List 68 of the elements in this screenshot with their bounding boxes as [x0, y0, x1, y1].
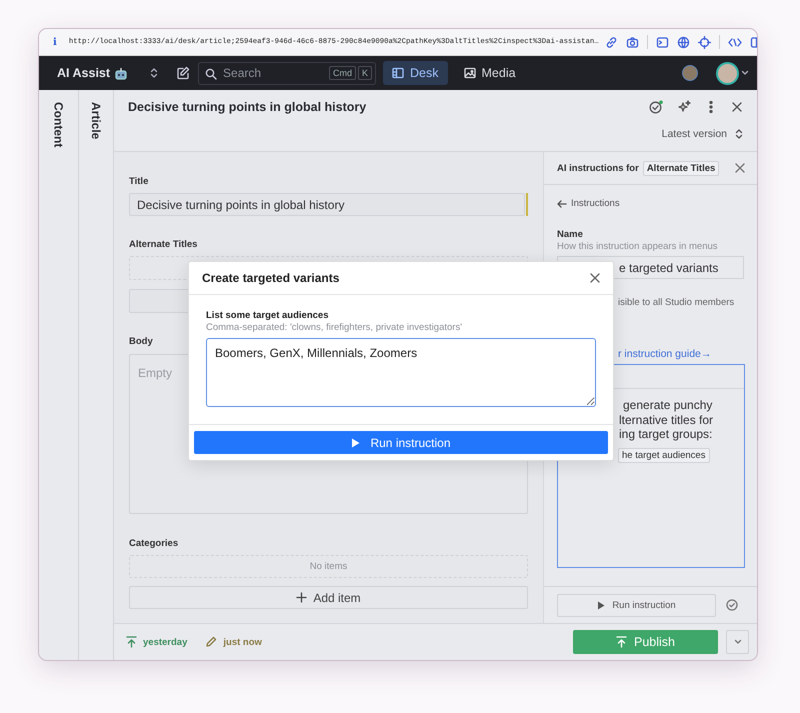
side-tab[interactable]: Article: [89, 102, 103, 140]
image-icon: [464, 67, 476, 79]
field-badge: Alternate Titles: [642, 160, 720, 176]
title-field[interactable]: Decisive turning points in global history: [129, 193, 525, 216]
plus-icon: [296, 592, 308, 603]
run-instruction-button[interactable]: Run instruction: [557, 594, 716, 616]
field-hint: Comma-separated: 'clowns, firefighters, private investigators': [206, 322, 464, 333]
info-icon[interactable]: i: [53, 36, 57, 48]
nav-tab[interactable]: Desk: [383, 61, 448, 85]
field-label: List some target audiences: [206, 310, 330, 321]
field-label: Alternate Titles: [129, 239, 198, 251]
shortcut-key: K: [358, 66, 372, 80]
close-icon[interactable]: [589, 272, 601, 284]
robot-icon: [114, 66, 128, 80]
sparkles-icon[interactable]: [677, 100, 691, 114]
link-icon[interactable]: [604, 36, 618, 48]
up-down-chevron-icon[interactable]: [150, 67, 158, 79]
prompt-text: generate punchy: [623, 398, 712, 412]
published-time: yesterday: [143, 636, 188, 648]
placeholder-text: Empty: [138, 366, 172, 380]
visibility-text: isible to all Studio members: [618, 297, 734, 308]
prompt-text: lternative titles for: [619, 412, 714, 427]
close-icon[interactable]: [734, 162, 746, 174]
prompt-chip[interactable]: he target audiences: [618, 448, 710, 462]
globe-icon[interactable]: [676, 36, 690, 48]
camera-icon[interactable]: [626, 36, 639, 48]
check-status-icon[interactable]: [649, 100, 663, 114]
guide-link[interactable]: r instruction guide→: [618, 348, 712, 360]
more-icon[interactable]: [709, 100, 713, 114]
field-label: Body: [129, 336, 154, 348]
panel-heading: AI instructions for: [557, 162, 639, 174]
prompt-text: ing target groups:: [619, 427, 712, 442]
empty-list-text: No items: [310, 561, 348, 572]
compose-icon[interactable]: [176, 66, 190, 80]
play-icon: [351, 438, 360, 448]
user-avatar[interactable]: [716, 62, 739, 84]
shortcut-key: Cmd: [329, 66, 356, 80]
side-tab[interactable]: Content: [52, 102, 66, 148]
play-icon: [597, 600, 606, 610]
up-down-chevron-icon[interactable]: [735, 128, 743, 140]
run-instruction-button[interactable]: Run instruction: [194, 431, 608, 454]
field-label: Title: [129, 176, 150, 188]
close-icon[interactable]: [731, 101, 743, 113]
document-title: Decisive turning points in global history: [128, 100, 368, 114]
version-selector[interactable]: Latest version: [662, 128, 727, 140]
dialog-title: Create targeted variants: [202, 271, 340, 285]
audiences-field[interactable]: Boomers, GenX, Millennials, Zoomers: [206, 338, 596, 407]
edited-time: just now: [223, 636, 262, 648]
add-item-button[interactable]: Add item: [129, 586, 528, 609]
nav-tab[interactable]: Media: [454, 61, 525, 85]
avatar[interactable]: [682, 65, 698, 81]
check-circle-icon[interactable]: [726, 599, 738, 611]
desk-icon: [392, 67, 404, 79]
field-label: Categories: [129, 538, 180, 550]
search-icon: [205, 68, 218, 80]
pencil-icon: [205, 636, 218, 648]
crosshair-icon[interactable]: [698, 36, 711, 48]
publish-icon: [616, 636, 627, 648]
field-hint: How this instruction appears in menus: [557, 241, 719, 252]
code-icon[interactable]: [728, 36, 742, 48]
back-link[interactable]: Instructions: [557, 198, 620, 209]
caret-icon[interactable]: [741, 70, 749, 76]
caret-icon: [734, 639, 742, 645]
field-label: Name: [557, 229, 584, 240]
arrow-left-icon: [557, 200, 567, 208]
app-name: AI Assist: [57, 66, 110, 80]
terminal-icon[interactable]: [656, 36, 669, 48]
publish-icon: [126, 636, 137, 648]
